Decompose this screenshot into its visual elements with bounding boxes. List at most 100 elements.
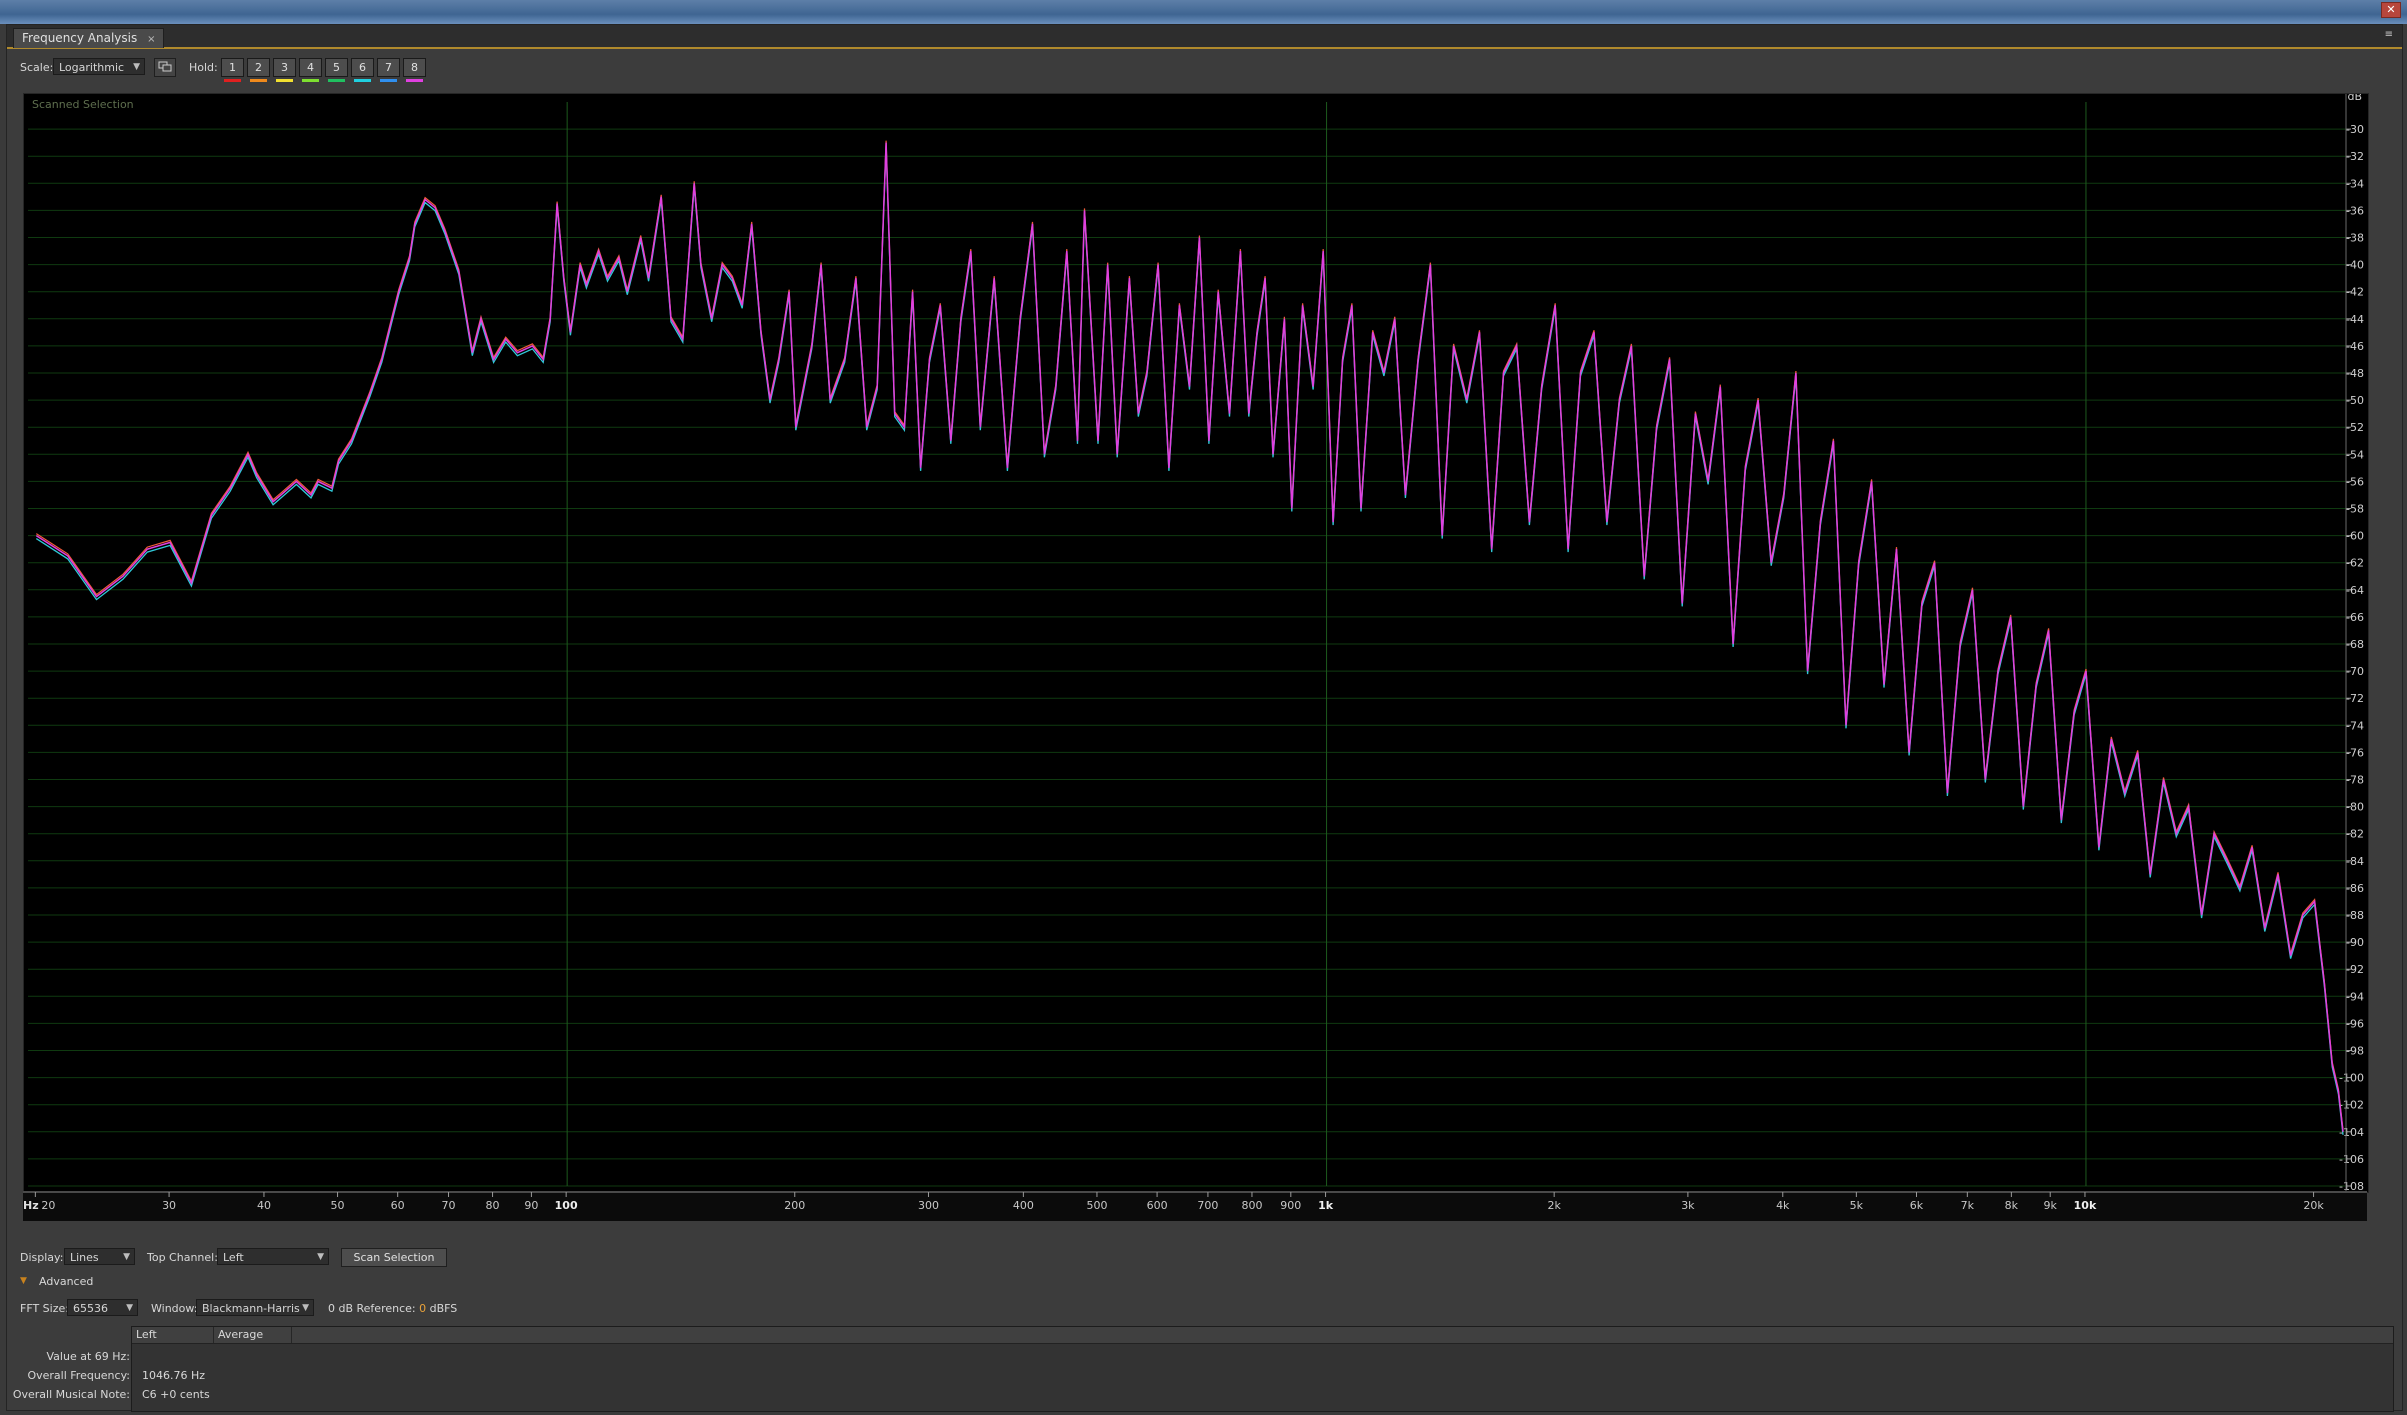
series-line-hold (35, 140, 2344, 1130)
spectrum-chart: -30 -32 -34 -36 -38 -40 -42 -44 -46 -48 -50 -52 -54 -… (28, 90, 2364, 1193)
window-dropdown[interactable]: Blackmann-Harris ▼ (196, 1299, 314, 1316)
x-tick-label: 50 (331, 1199, 345, 1212)
scale-label: Scale: (20, 61, 54, 74)
y-tick-label: -54 (2346, 448, 2364, 461)
y-tick-label: -40 (2346, 259, 2364, 272)
x-tick-label: 200 (784, 1199, 805, 1212)
y-tick-label: -90 (2346, 936, 2364, 949)
fft-size-dropdown[interactable]: 65536 ▼ (67, 1299, 138, 1316)
top-channel-label: Top Channel: (147, 1251, 218, 1264)
window-titlebar: ✕ (0, 0, 2407, 24)
x-unit-label: Hz (23, 1199, 39, 1212)
hold-button-label: 6 (359, 61, 366, 74)
hold-color-swatch (328, 79, 345, 82)
hold-button-3[interactable]: 3 (273, 58, 296, 82)
advanced-toggle[interactable]: Advanced (39, 1275, 93, 1288)
fft-size-value: 65536 (73, 1302, 108, 1315)
y-unit-label: dB (2347, 94, 2362, 103)
y-tick-label: -62 (2346, 557, 2364, 570)
y-tick-label: -76 (2346, 746, 2364, 759)
series-line-average (35, 145, 2344, 1135)
display-dropdown[interactable]: Lines ▼ (64, 1248, 135, 1265)
hold-button-5[interactable]: 5 (325, 58, 348, 82)
bottom-controls: Display: Lines ▼ Top Channel: Left ▼ Sca… (7, 1217, 2402, 1412)
tab-frequency-analysis[interactable]: Frequency Analysis × (13, 28, 165, 48)
x-tick-label: 500 (1086, 1199, 1107, 1212)
y-tick-label: -66 (2346, 611, 2364, 624)
x-tick-label: 20k (2303, 1199, 2324, 1212)
panel-tabbar: Frequency Analysis × ≡ (7, 25, 2402, 49)
x-tick-label: 400 (1013, 1199, 1034, 1212)
results-table: Left Average (131, 1326, 2394, 1412)
spectrum-graph[interactable]: -30 -32 -34 -36 -38 -40 -42 -44 -46 -48 -50 -52 -54 -… (23, 90, 2369, 1193)
y-tick-label: -92 (2346, 963, 2364, 976)
hold-color-swatch (250, 79, 267, 82)
y-tick-label: -56 (2346, 475, 2364, 488)
series-line-left (35, 142, 2344, 1132)
hold-button-1[interactable]: 1 (221, 58, 244, 82)
x-tick-label: 90 (524, 1199, 538, 1212)
y-tick-label: -70 (2346, 665, 2364, 678)
expand-arrow-icon[interactable]: ▼ (20, 1276, 27, 1286)
y-tick-label: -74 (2346, 719, 2364, 732)
tab-label: Frequency Analysis (22, 31, 138, 45)
x-tick-label: 300 (918, 1199, 939, 1212)
y-tick-label: -96 (2346, 1017, 2364, 1030)
x-tick-label: 30 (162, 1199, 176, 1212)
y-tick-label: -84 (2346, 855, 2364, 868)
y-tick-label: -102 (2339, 1099, 2364, 1112)
x-tick-label: 900 (1280, 1199, 1301, 1212)
y-tick-label: -30 (2346, 123, 2364, 136)
window-label: Window: (151, 1302, 198, 1315)
overall-note-value: C6 +0 cents (142, 1388, 210, 1401)
frequency-analysis-panel: Frequency Analysis × ≡ Scale: Logarithmi… (6, 24, 2403, 1412)
hold-button-label: 2 (255, 61, 262, 74)
x-tick-label: 8k (2005, 1199, 2019, 1212)
y-tick-label: -50 (2346, 394, 2364, 407)
overall-frequency-label: Overall Frequency: (27, 1369, 130, 1382)
x-tick-label: 9k (2044, 1199, 2058, 1212)
x-tick-label: 800 (1241, 1199, 1262, 1212)
scale-dropdown[interactable]: Logarithmic ▼ (53, 58, 145, 75)
copy-icon[interactable] (154, 58, 176, 77)
hold-button-7[interactable]: 7 (377, 58, 400, 82)
toolbar: Scale: Logarithmic ▼ Hold: 1 2 3 4 5 6 7 8 (7, 53, 2402, 85)
hold-button-4[interactable]: 4 (299, 58, 322, 82)
y-tick-label: -64 (2346, 584, 2364, 597)
x-tick-label: 2k (1547, 1199, 1561, 1212)
scanned-selection-label: Scanned Selection (32, 98, 134, 111)
hold-color-swatch (224, 79, 241, 82)
x-tick-label: 20 (41, 1199, 55, 1212)
reference-label-text: 0 dB Reference: (328, 1302, 416, 1315)
y-tick-label: -100 (2339, 1072, 2364, 1085)
y-tick-label: -44 (2346, 313, 2364, 326)
y-tick-label: -86 (2346, 882, 2364, 895)
y-tick-label: -32 (2346, 150, 2364, 163)
tab-close-icon[interactable]: × (147, 34, 155, 45)
x-tick-label: 600 (1147, 1199, 1168, 1212)
overall-note-label: Overall Musical Note: (12, 1388, 130, 1401)
hold-button-label: 8 (411, 61, 418, 74)
hold-button-label: 4 (307, 61, 314, 74)
y-tick-label: -60 (2346, 530, 2364, 543)
top-channel-dropdown[interactable]: Left ▼ (217, 1248, 329, 1265)
display-label: Display: (20, 1251, 64, 1264)
x-tick-label: 100 (555, 1199, 578, 1212)
window-close-button[interactable]: ✕ (2381, 2, 2401, 18)
y-tick-label: -82 (2346, 828, 2364, 841)
reference-label: 0 dB Reference: 0 dBFS (328, 1302, 457, 1315)
panel-menu-icon[interactable]: ≡ (2385, 29, 2394, 40)
reference-value[interactable]: 0 (419, 1302, 426, 1315)
hold-button-2[interactable]: 2 (247, 58, 270, 82)
hold-button-8[interactable]: 8 (403, 58, 426, 82)
scan-selection-button[interactable]: Scan Selection (341, 1248, 447, 1267)
chevron-down-icon: ▼ (126, 1303, 133, 1313)
display-value: Lines (70, 1251, 99, 1264)
y-tick-label: -98 (2346, 1045, 2364, 1058)
hold-button-label: 7 (385, 61, 392, 74)
y-tick-label: -52 (2346, 421, 2364, 434)
y-tick-label: -48 (2346, 367, 2364, 380)
hold-button-6[interactable]: 6 (351, 58, 374, 82)
y-tick-label: -38 (2346, 232, 2364, 245)
x-tick-label: 80 (486, 1199, 500, 1212)
